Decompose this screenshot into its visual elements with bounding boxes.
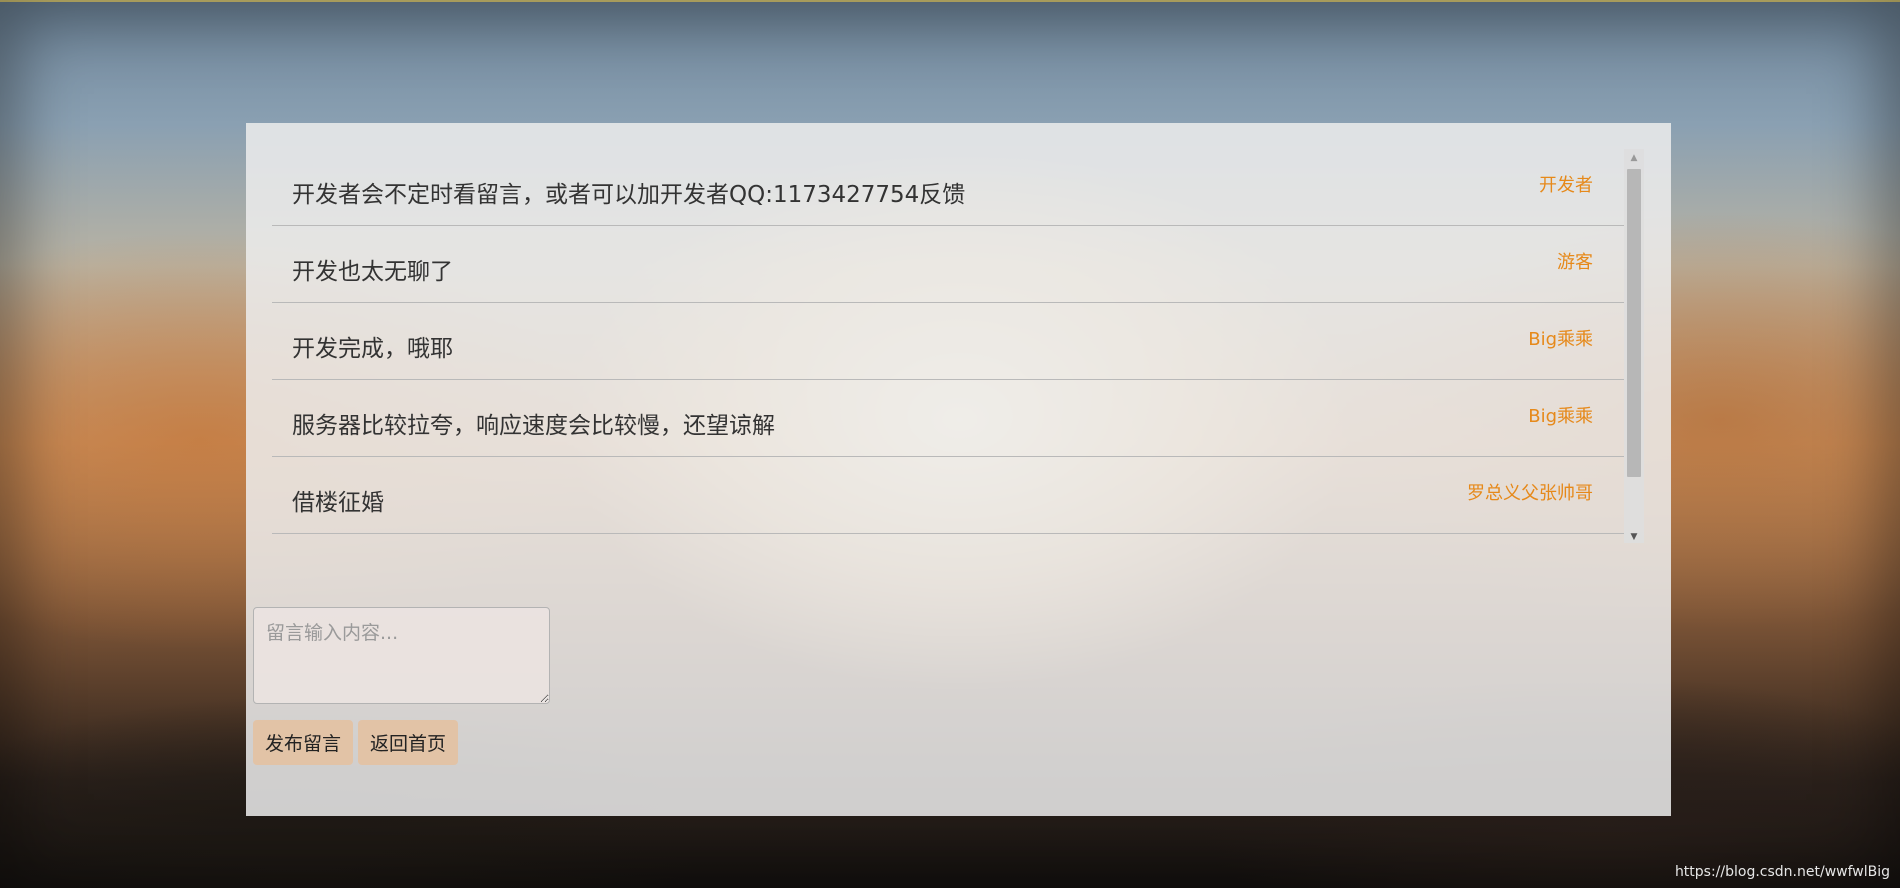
message-author: Big乘乘 [1528, 406, 1593, 427]
back-home-button[interactable]: 返回首页 [358, 720, 458, 765]
post-message-button[interactable]: 发布留言 [253, 720, 353, 765]
scroll-down-arrow-icon[interactable]: ▼ [1624, 528, 1644, 543]
message-item: 开发完成，哦耶 Big乘乘 [272, 303, 1624, 380]
message-author: 罗总义父张帅哥 [1467, 483, 1593, 504]
message-author: Big乘乘 [1528, 329, 1593, 350]
scroll-thumb[interactable] [1627, 169, 1641, 477]
message-author: 游客 [1557, 252, 1593, 273]
message-item: 服务器比较拉夸，响应速度会比较慢，还望谅解 Big乘乘 [272, 380, 1624, 457]
message-text: 开发者会不定时看留言，或者可以加开发者QQ:1173427754反馈 [292, 182, 966, 208]
message-item: 开发者会不定时看留言，或者可以加开发者QQ:1173427754反馈 开发者 [272, 149, 1624, 226]
message-board-panel: 开发者会不定时看留言，或者可以加开发者QQ:1173427754反馈 开发者 开… [246, 123, 1671, 816]
watermark: https://blog.csdn.net/wwfwlBig [1674, 864, 1890, 880]
message-items: 开发者会不定时看留言，或者可以加开发者QQ:1173427754反馈 开发者 开… [272, 149, 1624, 534]
top-accent-line [0, 0, 1900, 2]
message-list[interactable]: 开发者会不定时看留言，或者可以加开发者QQ:1173427754反馈 开发者 开… [272, 149, 1648, 543]
message-text: 借楼征婚 [292, 490, 384, 516]
message-author: 开发者 [1539, 175, 1593, 196]
message-list-scrollbar[interactable]: ▲ ▼ [1624, 149, 1644, 543]
message-text: 服务器比较拉夸，响应速度会比较慢，还望谅解 [292, 413, 775, 439]
message-item: 开发也太无聊了 游客 [272, 226, 1624, 303]
message-text: 开发完成，哦耶 [292, 336, 453, 362]
message-input[interactable] [253, 607, 550, 704]
message-text: 开发也太无聊了 [292, 259, 453, 285]
scroll-up-arrow-icon[interactable]: ▲ [1624, 149, 1644, 167]
message-item: 借楼征婚 罗总义父张帅哥 [272, 457, 1624, 534]
